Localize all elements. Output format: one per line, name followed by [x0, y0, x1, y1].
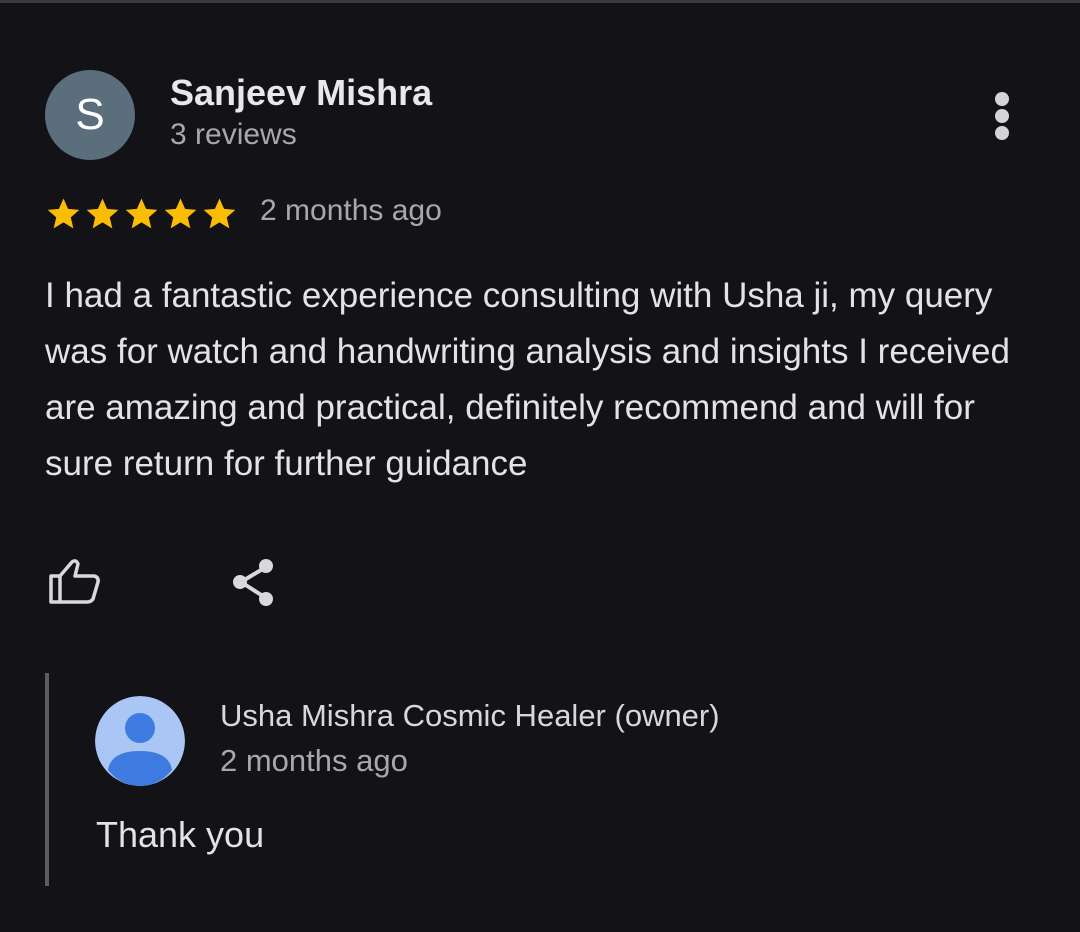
reviewer-avatar[interactable]: S — [45, 70, 135, 160]
star-icon — [125, 198, 158, 229]
reviewer-review-count: 3 reviews — [170, 118, 297, 151]
reply-date: 2 months ago — [220, 743, 408, 778]
more-vert-icon — [995, 92, 1009, 106]
star-rating — [44, 193, 239, 235]
review-date: 2 months ago — [260, 194, 442, 227]
star-icon — [164, 198, 197, 229]
owner-name: Usha Mishra Cosmic Healer (owner) — [220, 698, 720, 733]
share-button[interactable] — [228, 556, 278, 610]
review-card: S Sanjeev Mishra 3 reviews 2 months ago … — [0, 0, 1080, 932]
share-icon — [233, 559, 273, 606]
reviewer-name[interactable]: Sanjeev Mishra — [170, 72, 432, 114]
more-vert-icon-dot — [995, 109, 1009, 123]
more-vert-icon-dot — [995, 126, 1009, 140]
stars-container — [44, 195, 239, 233]
owner-avatar[interactable] — [95, 696, 185, 786]
reply-divider — [45, 673, 49, 886]
star-icon — [203, 198, 236, 229]
avatar-letter: S — [75, 90, 105, 139]
default-profile-icon — [95, 696, 185, 786]
star-icon — [86, 198, 119, 229]
like-button[interactable] — [46, 556, 104, 606]
review-text: I had a fantastic experience consulting … — [45, 276, 1010, 483]
thumb-up-icon — [49, 559, 100, 604]
more-options-button[interactable] — [980, 88, 1024, 144]
star-icon — [47, 198, 80, 229]
reply-text: Thank you — [96, 814, 265, 855]
